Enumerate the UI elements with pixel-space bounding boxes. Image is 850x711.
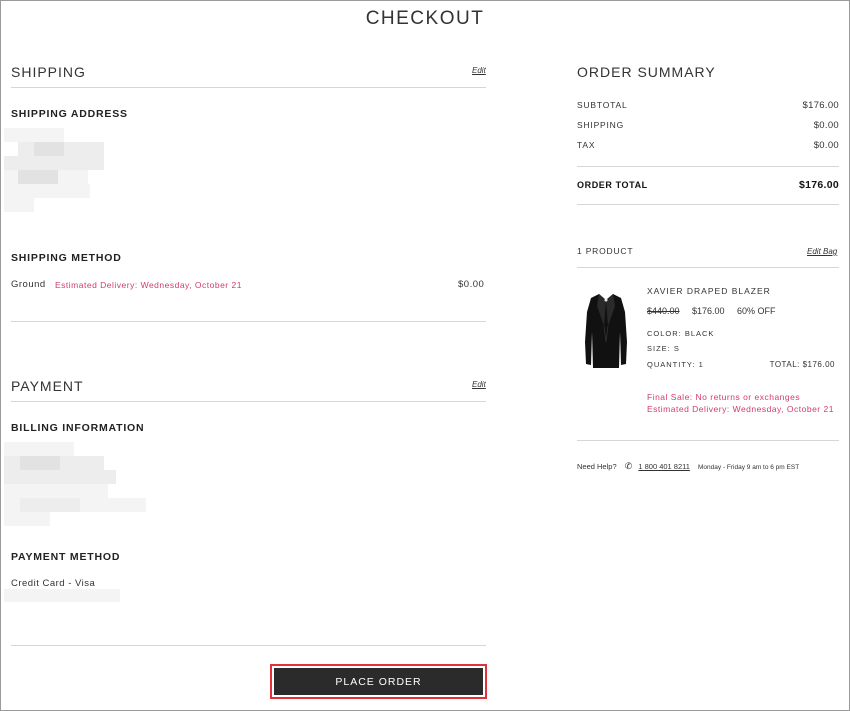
product-final-sale: Final Sale: No returns or exchanges — [647, 392, 801, 402]
product-original-price: $440.00 — [647, 306, 680, 316]
summary-divider — [577, 166, 839, 167]
summary-value: $0.00 — [813, 120, 839, 131]
place-order-focus-outline: PLACE ORDER — [270, 664, 487, 699]
shipping-method-divider — [11, 321, 486, 322]
order-total-value: $176.00 — [798, 179, 839, 191]
payment-method-value: Credit Card - Visa — [11, 578, 96, 589]
help-phone-link[interactable]: 1 800 401 8211 — [638, 462, 690, 471]
summary-label: TAX — [577, 140, 596, 150]
help-hours: Monday - Friday 9 am to 6 pm EST — [698, 464, 800, 471]
summary-row-tax: TAX $0.00 — [577, 140, 839, 151]
product-name[interactable]: XAVIER DRAPED BLAZER — [647, 286, 771, 296]
product-color: COLOR: BLACK — [647, 329, 715, 338]
shipping-method-name: Ground — [11, 279, 46, 290]
product-divider — [577, 267, 839, 268]
summary-label: SHIPPING — [577, 120, 625, 130]
product-size: SIZE: S — [647, 344, 680, 353]
product-quantity: QUANTITY: 1 — [647, 360, 704, 369]
summary-label: SUBTOTAL — [577, 100, 628, 110]
help-divider — [577, 440, 839, 441]
need-help-label: Need Help? — [577, 462, 617, 471]
product-estimated-delivery: Estimated Delivery: Wednesday, October 2… — [647, 404, 834, 414]
product-sale-price: $176.00 — [692, 306, 725, 316]
card-number-redacted — [4, 589, 120, 602]
place-order-button[interactable]: PLACE ORDER — [274, 668, 483, 695]
page-title: CHECKOUT — [365, 8, 485, 29]
need-help-row: Need Help? ✆ 1 800 401 8211 Monday - Fri… — [577, 461, 799, 472]
payment-divider — [11, 401, 486, 402]
shipping-address-heading: SHIPPING ADDRESS — [11, 108, 128, 120]
product-count-row: 1 PRODUCT — [577, 246, 839, 256]
product-count: 1 PRODUCT — [577, 246, 634, 256]
payment-method-heading: PAYMENT METHOD — [11, 551, 121, 563]
order-total-row: ORDER TOTAL $176.00 — [577, 179, 839, 191]
product-total: TOTAL: $176.00 — [769, 360, 835, 369]
shipping-method-price: $0.00 — [458, 279, 485, 290]
summary-value: $176.00 — [802, 100, 839, 111]
shipping-method-heading: SHIPPING METHOD — [11, 252, 122, 264]
product-discount: 60% OFF — [737, 306, 776, 316]
phone-icon: ✆ — [624, 461, 633, 471]
shipping-edit-link[interactable]: Edit — [472, 66, 486, 75]
payment-bottom-divider — [11, 645, 486, 646]
product-image[interactable] — [583, 292, 629, 370]
summary-value: $0.00 — [813, 140, 839, 151]
summary-total-divider — [577, 204, 839, 205]
payment-heading: PAYMENT — [11, 378, 84, 394]
shipping-divider — [11, 87, 486, 88]
shipping-heading: SHIPPING — [11, 64, 86, 80]
order-summary-heading: ORDER SUMMARY — [577, 64, 716, 80]
billing-info-heading: BILLING INFORMATION — [11, 422, 145, 434]
shipping-estimated-delivery: Estimated Delivery: Wednesday, October 2… — [55, 280, 242, 290]
payment-edit-link[interactable]: Edit — [472, 380, 486, 389]
summary-row-shipping: SHIPPING $0.00 — [577, 120, 839, 131]
order-total-label: ORDER TOTAL — [577, 180, 648, 190]
summary-row-subtotal: SUBTOTAL $176.00 — [577, 100, 839, 111]
edit-bag-link[interactable]: Edit Bag — [807, 247, 837, 256]
